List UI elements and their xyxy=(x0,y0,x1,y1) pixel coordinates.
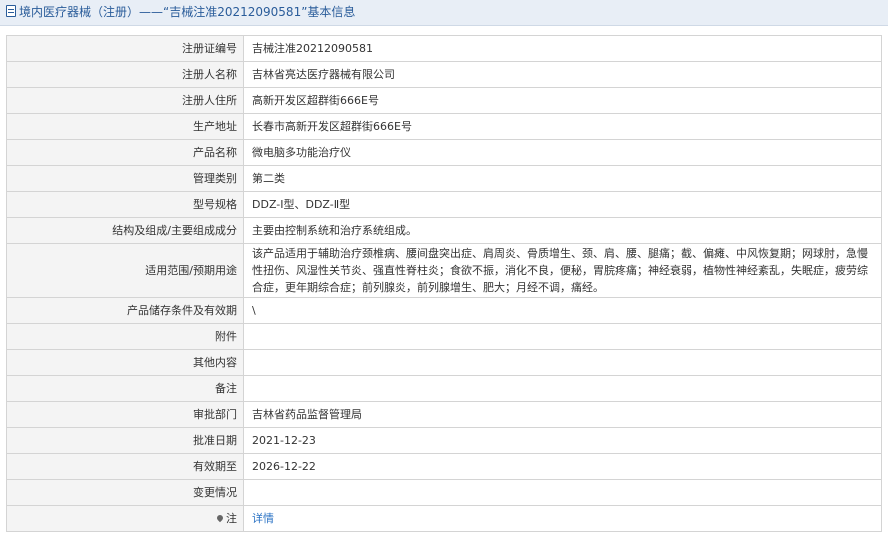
row-label: 产品储存条件及有效期 xyxy=(6,297,244,324)
table-row: 注册证编号 吉械注准20212090581 xyxy=(6,35,882,62)
note-label-cell: 注 xyxy=(6,505,244,532)
table-row: 变更情况 xyxy=(6,479,882,506)
row-label: 注 xyxy=(226,512,237,525)
row-value: \ xyxy=(243,297,882,324)
row-value: 吉械注准20212090581 xyxy=(243,35,882,62)
table-row: 注册人名称 吉林省亮达医疗器械有限公司 xyxy=(6,61,882,88)
table-row: 注 详情 xyxy=(6,505,882,532)
row-label: 产品名称 xyxy=(6,139,244,166)
row-value: 吉林省药品监督管理局 xyxy=(243,401,882,428)
note-value-cell: 详情 xyxy=(243,505,882,532)
row-label: 有效期至 xyxy=(6,453,244,480)
row-value: 微电脑多功能治疗仪 xyxy=(243,139,882,166)
table-row: 批准日期 2021-12-23 xyxy=(6,427,882,454)
row-value xyxy=(243,349,882,376)
row-value xyxy=(243,323,882,350)
table-row: 有效期至 2026-12-22 xyxy=(6,453,882,480)
row-label: 注册人住所 xyxy=(6,87,244,114)
row-label: 审批部门 xyxy=(6,401,244,428)
row-value: 第二类 xyxy=(243,165,882,192)
table-row: 管理类别 第二类 xyxy=(6,165,882,192)
row-value: 高新开发区超群街666E号 xyxy=(243,87,882,114)
row-label: 适用范围/预期用途 xyxy=(6,243,244,298)
page-title: 境内医疗器械（注册）——“吉械注准20212090581”基本信息 xyxy=(19,5,356,19)
table-row: 结构及组成/主要组成成分 主要由控制系统和治疗系统组成。 xyxy=(6,217,882,244)
row-label: 结构及组成/主要组成成分 xyxy=(6,217,244,244)
table-row: 适用范围/预期用途 该产品适用于辅助治疗颈椎病、腰间盘突出症、肩周炎、骨质增生、… xyxy=(6,243,882,298)
table-row: 审批部门 吉林省药品监督管理局 xyxy=(6,401,882,428)
table-row: 附件 xyxy=(6,323,882,350)
row-label: 注册人名称 xyxy=(6,61,244,88)
pin-icon xyxy=(215,513,225,523)
row-label: 批准日期 xyxy=(6,427,244,454)
row-label: 变更情况 xyxy=(6,479,244,506)
row-value: 主要由控制系统和治疗系统组成。 xyxy=(243,217,882,244)
table-row: 型号规格 DDZ-Ⅰ型、DDZ-Ⅱ型 xyxy=(6,191,882,218)
row-value: 该产品适用于辅助治疗颈椎病、腰间盘突出症、肩周炎、骨质增生、颈、肩、腰、腿痛；截… xyxy=(243,243,882,298)
row-value: 长春市高新开发区超群街666E号 xyxy=(243,113,882,140)
details-link[interactable]: 详情 xyxy=(252,512,274,525)
row-label: 型号规格 xyxy=(6,191,244,218)
row-value xyxy=(243,375,882,402)
document-icon xyxy=(6,5,16,17)
row-label: 注册证编号 xyxy=(6,35,244,62)
table-row: 注册人住所 高新开发区超群街666E号 xyxy=(6,87,882,114)
table-row: 产品名称 微电脑多功能治疗仪 xyxy=(6,139,882,166)
row-label: 管理类别 xyxy=(6,165,244,192)
row-value xyxy=(243,479,882,506)
row-value: 吉林省亮达医疗器械有限公司 xyxy=(243,61,882,88)
detail-table: 注册证编号 吉械注准20212090581 注册人名称 吉林省亮达医疗器械有限公… xyxy=(6,35,882,532)
row-label: 其他内容 xyxy=(6,349,244,376)
table-row: 生产地址 长春市高新开发区超群街666E号 xyxy=(6,113,882,140)
table-row: 其他内容 xyxy=(6,349,882,376)
page-header: 境内医疗器械（注册）——“吉械注准20212090581”基本信息 xyxy=(0,0,888,26)
row-value: DDZ-Ⅰ型、DDZ-Ⅱ型 xyxy=(243,191,882,218)
row-label: 生产地址 xyxy=(6,113,244,140)
row-value: 2021-12-23 xyxy=(243,427,882,454)
row-label: 备注 xyxy=(6,375,244,402)
table-row: 产品储存条件及有效期 \ xyxy=(6,297,882,324)
row-label: 附件 xyxy=(6,323,244,350)
row-value: 2026-12-22 xyxy=(243,453,882,480)
table-row: 备注 xyxy=(6,375,882,402)
